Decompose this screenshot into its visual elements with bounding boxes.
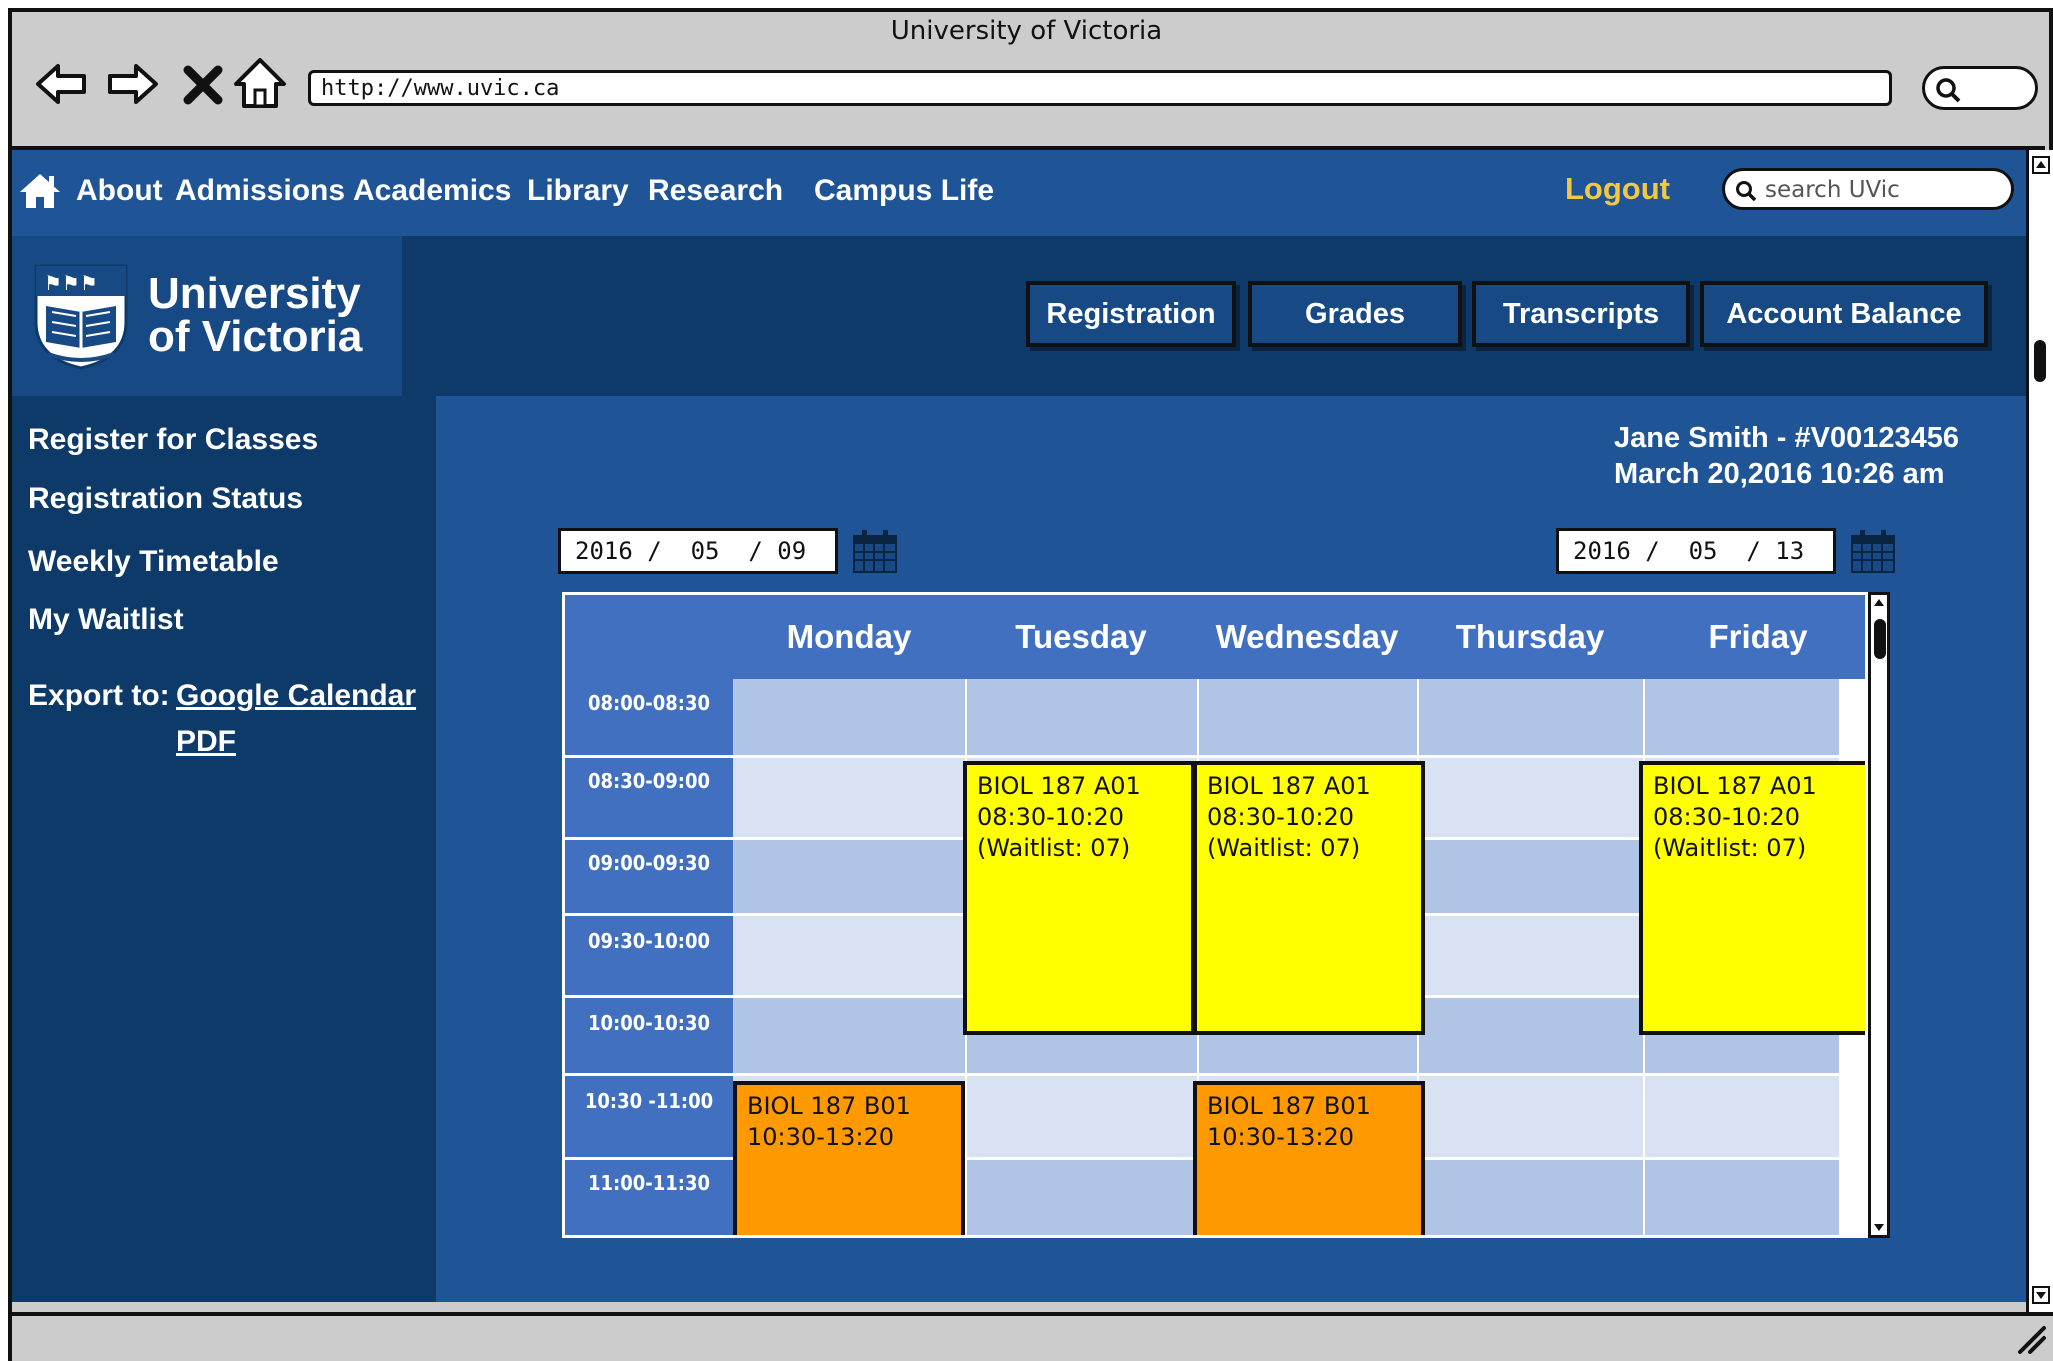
export-pdf-link[interactable]: PDF <box>176 722 236 762</box>
nav-campus-life[interactable]: Campus Life <box>814 171 994 211</box>
sidebar <box>12 396 436 1302</box>
home-icon[interactable] <box>18 171 62 211</box>
scroll-down-icon[interactable] <box>1871 1219 1887 1235</box>
logout-link[interactable]: Logout <box>1565 169 1670 209</box>
time-slot-label: 11:00-11:30 <box>587 1171 711 1195</box>
svg-text:⚑⚑⚑: ⚑⚑⚑ <box>44 271 98 295</box>
class-event-tuesday-biol187-a01[interactable]: BIOL 187 A01 08:30-10:20 (Waitlist: 07) <box>963 761 1195 1035</box>
day-header-friday: Friday <box>1708 618 1808 655</box>
day-header-tuesday: Tuesday <box>1015 618 1147 655</box>
class-event-friday-biol187-a01[interactable]: BIOL 187 A01 08:30-10:20 (Waitlist: 07) <box>1639 761 1865 1035</box>
site-search[interactable] <box>1722 168 2014 210</box>
logo-line1: University <box>148 269 361 318</box>
user-name-id: Jane Smith - #V00123456 <box>1614 422 1959 454</box>
sidebar-item-waitlist[interactable]: My Waitlist <box>28 600 184 640</box>
day-header-monday: Monday <box>786 618 912 655</box>
class-event-wednesday-biol187-b01[interactable]: BIOL 187 B01 10:30-13:20 <box>1193 1081 1425 1235</box>
time-slot-label: 10:00-10:30 <box>587 1011 711 1035</box>
tab-account-balance[interactable]: Account Balance <box>1700 281 1988 347</box>
time-slot-label: 10:30 -11:00 <box>584 1089 714 1113</box>
export-google-calendar-link[interactable]: Google Calendar <box>176 676 416 716</box>
tab-registration[interactable]: Registration <box>1026 281 1236 347</box>
stop-icon[interactable] <box>178 56 228 112</box>
sidebar-item-status[interactable]: Registration Status <box>28 479 303 519</box>
tab-grades[interactable]: Grades <box>1248 281 1462 347</box>
row-divider <box>565 755 1865 758</box>
scroll-down-icon[interactable] <box>2032 1286 2050 1304</box>
nav-academics[interactable]: Academics <box>353 171 511 211</box>
crest-icon: ⚑⚑⚑ <box>32 262 130 372</box>
resize-grip-icon[interactable] <box>2012 1320 2048 1356</box>
calendar-icon[interactable] <box>852 528 898 574</box>
day-header-wednesday: Wednesday <box>1215 618 1399 655</box>
day-header-thursday: Thursday <box>1455 618 1605 655</box>
search-input[interactable] <box>1763 175 2007 205</box>
tab-transcripts[interactable]: Transcripts <box>1472 281 1690 347</box>
forward-icon[interactable] <box>104 56 160 112</box>
current-datetime: March 20,2016 10:26 am <box>1614 458 1945 490</box>
scroll-thumb[interactable] <box>1874 619 1886 659</box>
weekly-timetable: Monday Tuesday Wednesday Thursday Friday… <box>562 592 1868 1238</box>
nav-about[interactable]: About <box>76 171 163 211</box>
search-icon <box>1936 78 1961 103</box>
scroll-up-icon[interactable] <box>2032 156 2050 174</box>
export-label: Export to: <box>28 679 170 712</box>
user-info: Jane Smith - #V00123456 March 20,2016 10… <box>1614 420 1959 492</box>
start-date-input[interactable]: 2016 / 05 / 09 <box>558 528 838 574</box>
sidebar-item-timetable[interactable]: Weekly Timetable <box>28 542 279 582</box>
time-column <box>565 679 733 1235</box>
timetable-scrollbar[interactable] <box>1868 592 1890 1238</box>
class-event-monday-biol187-b01[interactable]: BIOL 187 B01 10:30-13:20 <box>733 1081 965 1235</box>
browser-search[interactable] <box>1922 66 2038 110</box>
back-icon[interactable] <box>34 56 90 112</box>
time-slot-label: 09:30-10:00 <box>587 929 711 953</box>
nav-research[interactable]: Research <box>648 171 783 211</box>
timeslot-row <box>733 679 1839 757</box>
time-slot-label: 08:00-08:30 <box>587 691 711 715</box>
time-slot-label: 09:00-09:30 <box>587 851 711 875</box>
nav-admissions[interactable]: Admissions <box>175 171 345 211</box>
scroll-thumb[interactable] <box>2034 340 2046 382</box>
class-event-wednesday-biol187-a01[interactable]: BIOL 187 A01 08:30-10:20 (Waitlist: 07) <box>1193 761 1425 1035</box>
scroll-up-icon[interactable] <box>1871 595 1887 611</box>
nav-library[interactable]: Library <box>527 171 629 211</box>
home-browser-icon[interactable] <box>232 56 288 112</box>
search-icon <box>1736 181 1757 202</box>
row-divider <box>565 1073 1865 1076</box>
logo-line2: of Victoria <box>148 312 363 361</box>
sidebar-item-register[interactable]: Register for Classes <box>28 420 318 460</box>
time-slot-label: 08:30-09:00 <box>587 769 711 793</box>
status-bar <box>12 1312 2053 1361</box>
url-bar[interactable]: http://www.uvic.ca <box>308 70 1892 106</box>
window-title: University of Victoria <box>890 16 1163 46</box>
end-date-input[interactable]: 2016 / 05 / 13 <box>1556 528 1836 574</box>
calendar-icon[interactable] <box>1850 528 1896 574</box>
page-scrollbar[interactable] <box>2026 150 2053 1312</box>
